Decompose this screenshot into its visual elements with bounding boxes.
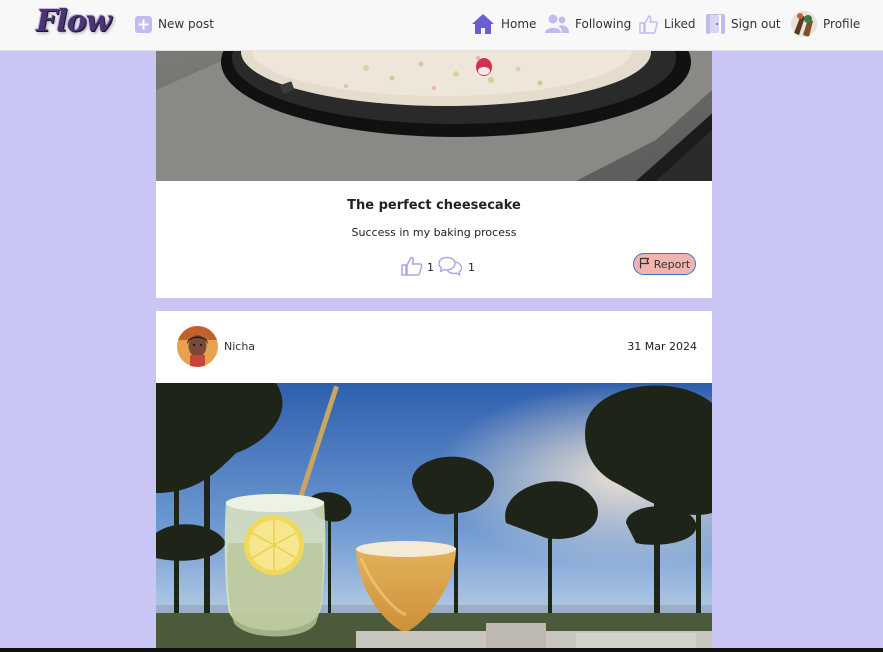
comment-count: 1 <box>468 261 475 274</box>
like-button[interactable]: 1 <box>401 256 434 279</box>
report-button[interactable]: Report <box>633 253 696 275</box>
nav-profile-label: Profile <box>823 17 861 31</box>
flag-icon <box>639 257 650 272</box>
nav-home-label: Home <box>501 17 537 31</box>
post-card: Nicha 31 Mar 2024 <box>156 311 712 648</box>
nav-liked-label: Liked <box>664 17 696 31</box>
plus-square-icon <box>135 15 152 33</box>
post-stats: 1 1 <box>401 256 475 279</box>
post-description: Success in my baking process <box>351 226 517 239</box>
profile-avatar <box>791 11 817 37</box>
comment-button[interactable]: 1 <box>438 256 475 279</box>
nav-following-label: Following <box>575 17 632 31</box>
app-logo[interactable]: Flow <box>36 4 112 39</box>
nav-home[interactable]: Home <box>471 12 536 36</box>
report-label: Report <box>653 257 691 271</box>
users-icon <box>545 14 569 34</box>
post-title: The perfect cheesecake <box>347 198 521 213</box>
post-image-cheesecake[interactable] <box>156 50 712 181</box>
nav-profile[interactable]: Profile <box>791 11 860 37</box>
nav-sign-out[interactable]: Sign out <box>706 12 781 36</box>
house-icon <box>471 13 495 35</box>
thumbs-up-icon <box>401 256 423 279</box>
post-card: The perfect cheesecake Success in my bak… <box>156 50 712 298</box>
window-bottom-border <box>0 648 883 652</box>
nav-sign-out-label: Sign out <box>731 17 781 31</box>
navbar: Flow New post Home Following Liked Sign … <box>0 0 883 51</box>
nav-new-post-label: New post <box>158 17 214 31</box>
post-author[interactable]: Nicha <box>177 326 255 367</box>
door-icon <box>706 14 725 34</box>
post-image-drinks[interactable] <box>156 383 712 648</box>
author-name: Nicha <box>224 340 256 353</box>
nav-liked[interactable]: Liked <box>639 12 696 36</box>
comments-icon <box>438 256 463 279</box>
like-count: 1 <box>427 261 434 274</box>
nav-following[interactable]: Following <box>545 12 631 36</box>
thumbs-up-icon <box>639 14 658 34</box>
nav-new-post[interactable]: New post <box>135 12 214 36</box>
post-date: 31 Mar 2024 <box>627 340 697 353</box>
author-avatar <box>177 326 218 367</box>
